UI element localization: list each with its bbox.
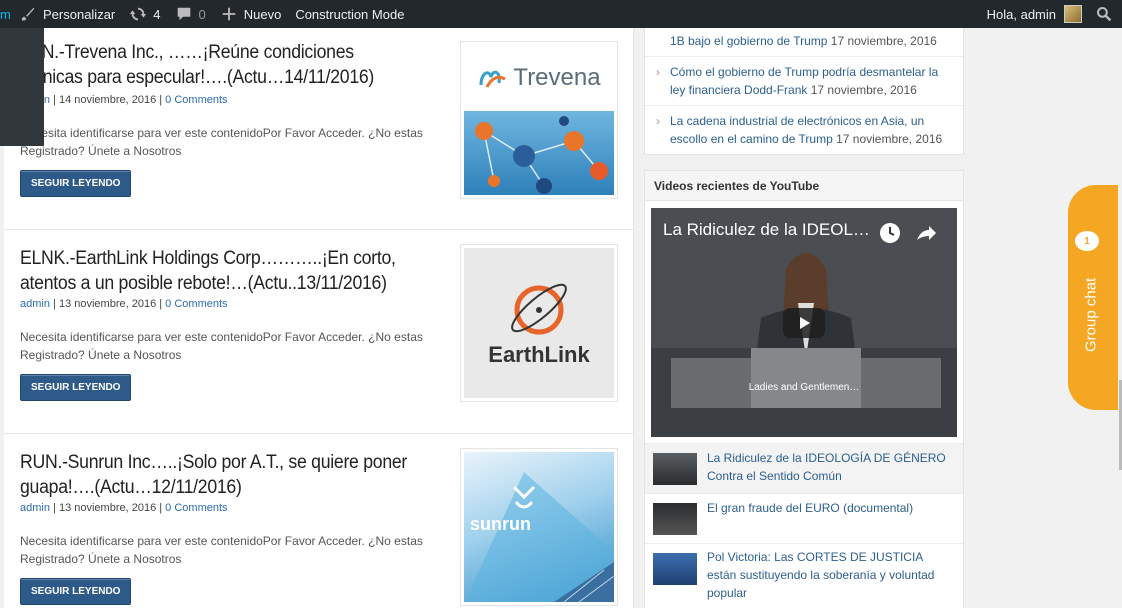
video-title: Pol Victoria: Las CORTES DE JUSTICIA est… [707, 550, 935, 600]
refresh-icon [130, 7, 147, 21]
news-item[interactable]: › La cadena industrial de electrónicos e… [645, 106, 963, 154]
admin-menu-flyout [0, 28, 44, 146]
post-item: ELNK.-EarthLink Holdings Corp………..¡En co… [4, 230, 633, 434]
post-comments[interactable]: 0 Comments [165, 298, 227, 310]
chevron-right-icon: › [656, 65, 660, 79]
video-title: El gran fraude del EURO (documental) [707, 501, 914, 515]
group-chat-label: Group chat [1082, 277, 1100, 353]
post-date: 14 noviembre, 2016 [58, 94, 157, 106]
video-thumbnail [653, 453, 697, 485]
news-date: 17 noviembre, 2016 [830, 34, 937, 48]
play-icon [800, 317, 810, 329]
comments-count: 0 [198, 6, 206, 22]
post-item: AVN.-Trevena Inc., ……¡Reúne condiciones … [4, 28, 633, 230]
post-author[interactable]: admin [20, 298, 50, 310]
new-label: Nuevo [243, 6, 282, 22]
post-meta: admin | 13 noviembre, 2016 | 0 Comments [20, 502, 228, 514]
greeting-label: Hola, admin [986, 6, 1056, 22]
sidebar: 1B bajo el gobierno de Trump 17 noviembr… [644, 28, 964, 608]
news-item[interactable]: 1B bajo el gobierno de Trump 17 noviembr… [645, 28, 963, 57]
news-date: 17 noviembre, 2016 [810, 83, 917, 97]
news-title: 1B bajo el gobierno de Trump [670, 34, 828, 48]
customize-link[interactable]: Personalizar [12, 0, 122, 28]
post-title[interactable]: RUN.-Sunrun Inc…..¡Solo por A.T., se qui… [20, 450, 420, 500]
post-list: AVN.-Trevena Inc., ……¡Reúne condiciones … [4, 28, 634, 608]
avatar [1064, 5, 1082, 23]
post-title[interactable]: AVN.-Trevena Inc., ……¡Reúne condiciones … [20, 40, 420, 90]
video-list-item[interactable]: La Ridiculez de la IDEOLOGÍA DE GÉNERO C… [645, 443, 963, 493]
video-list-item[interactable]: Pol Victoria: Las CORTES DE JUSTICIA est… [645, 543, 963, 608]
share-icon[interactable] [915, 222, 937, 244]
brush-icon [21, 7, 35, 21]
read-more-button[interactable]: SEGUIR LEYENDO [20, 578, 132, 605]
post-title[interactable]: ELNK.-EarthLink Holdings Corp………..¡En co… [20, 246, 420, 296]
earthlink-mark-icon [511, 283, 567, 335]
play-button[interactable] [783, 308, 825, 338]
trevena-mark-icon [479, 70, 507, 88]
post-comments[interactable]: 0 Comments [165, 502, 227, 514]
earthlink-logo-image: EarthLink [464, 248, 614, 398]
player-caption: Ladies and Gentlemen… [748, 382, 860, 393]
new-content-link[interactable]: Nuevo [213, 0, 289, 28]
site-name-stub[interactable]: m [0, 0, 12, 28]
video-thumbnail [653, 553, 697, 585]
group-chat-tab[interactable]: 1 Group chat [1068, 185, 1118, 410]
sunrun-wordmark: sunrun [470, 514, 531, 534]
chevron-right-icon: › [656, 114, 660, 128]
search-icon [1097, 7, 1112, 22]
video-title: La Ridiculez de la IDEOLOGÍA DE GÉNERO C… [707, 451, 946, 483]
post-thumbnail[interactable]: EarthLink [460, 244, 618, 402]
video-thumbnail [653, 503, 697, 535]
post-author[interactable]: admin [20, 502, 50, 514]
post-excerpt: Necesita identificarse para ver este con… [20, 534, 423, 566]
read-more-button[interactable]: SEGUIR LEYENDO [20, 170, 132, 197]
comments-link[interactable]: 0 [168, 0, 213, 28]
clock-icon[interactable] [879, 222, 901, 244]
admin-bar: m Personalizar 4 0 Nuevo Construction Mo… [0, 0, 1122, 28]
news-date: 17 noviembre, 2016 [836, 132, 943, 146]
earthlink-wordmark: EarthLink [488, 342, 590, 367]
read-more-button[interactable]: SEGUIR LEYENDO [20, 374, 132, 401]
recent-news-widget: 1B bajo el gobierno de Trump 17 noviembr… [644, 28, 964, 155]
construction-mode-link[interactable]: Construction Mode [288, 0, 411, 28]
youtube-widget: Videos recientes de YouTube La Ridiculez… [644, 170, 964, 608]
account-link[interactable]: Hola, admin [980, 0, 1089, 28]
post-excerpt: Necesita identificarse para ver este con… [20, 330, 423, 362]
plus-icon [222, 7, 236, 21]
post-excerpt: Necesita identificarse para ver este con… [20, 126, 423, 158]
video-list-item[interactable]: El gran fraude del EURO (documental) [645, 493, 963, 543]
post-meta: admin | 14 noviembre, 2016 | 0 Comments [20, 94, 228, 106]
post-comments[interactable]: 0 Comments [165, 94, 227, 106]
sunrun-logo-image: sunrun [464, 452, 614, 602]
post-date: 13 noviembre, 2016 [58, 502, 157, 514]
post-meta: admin | 13 noviembre, 2016 | 0 Comments [20, 298, 228, 310]
news-item[interactable]: › Cómo el gobierno de Trump podría desma… [645, 57, 963, 106]
video-player[interactable]: La Ridiculez de la IDEOL… Ladies and Gen… [651, 208, 957, 437]
updates-link[interactable]: 4 [122, 0, 167, 28]
widget-title: Videos recientes de YouTube [645, 171, 963, 201]
molecule-illustration [475, 116, 608, 194]
chat-bubble-badge: 1 [1075, 231, 1099, 251]
post-thumbnail[interactable]: Trevena [460, 41, 618, 199]
updates-count: 4 [153, 6, 161, 22]
trevena-logo-image: Trevena [464, 45, 614, 195]
trevena-wordmark: Trevena [513, 64, 601, 91]
post-date: 13 noviembre, 2016 [58, 298, 157, 310]
customize-label: Personalizar [43, 6, 116, 22]
post-thumbnail[interactable]: sunrun [460, 448, 618, 606]
comment-icon [177, 7, 190, 21]
post-item: RUN.-Sunrun Inc…..¡Solo por A.T., se qui… [4, 434, 633, 608]
player-title: La Ridiculez de la IDEOL… [663, 220, 870, 239]
search-button[interactable] [1089, 0, 1122, 28]
